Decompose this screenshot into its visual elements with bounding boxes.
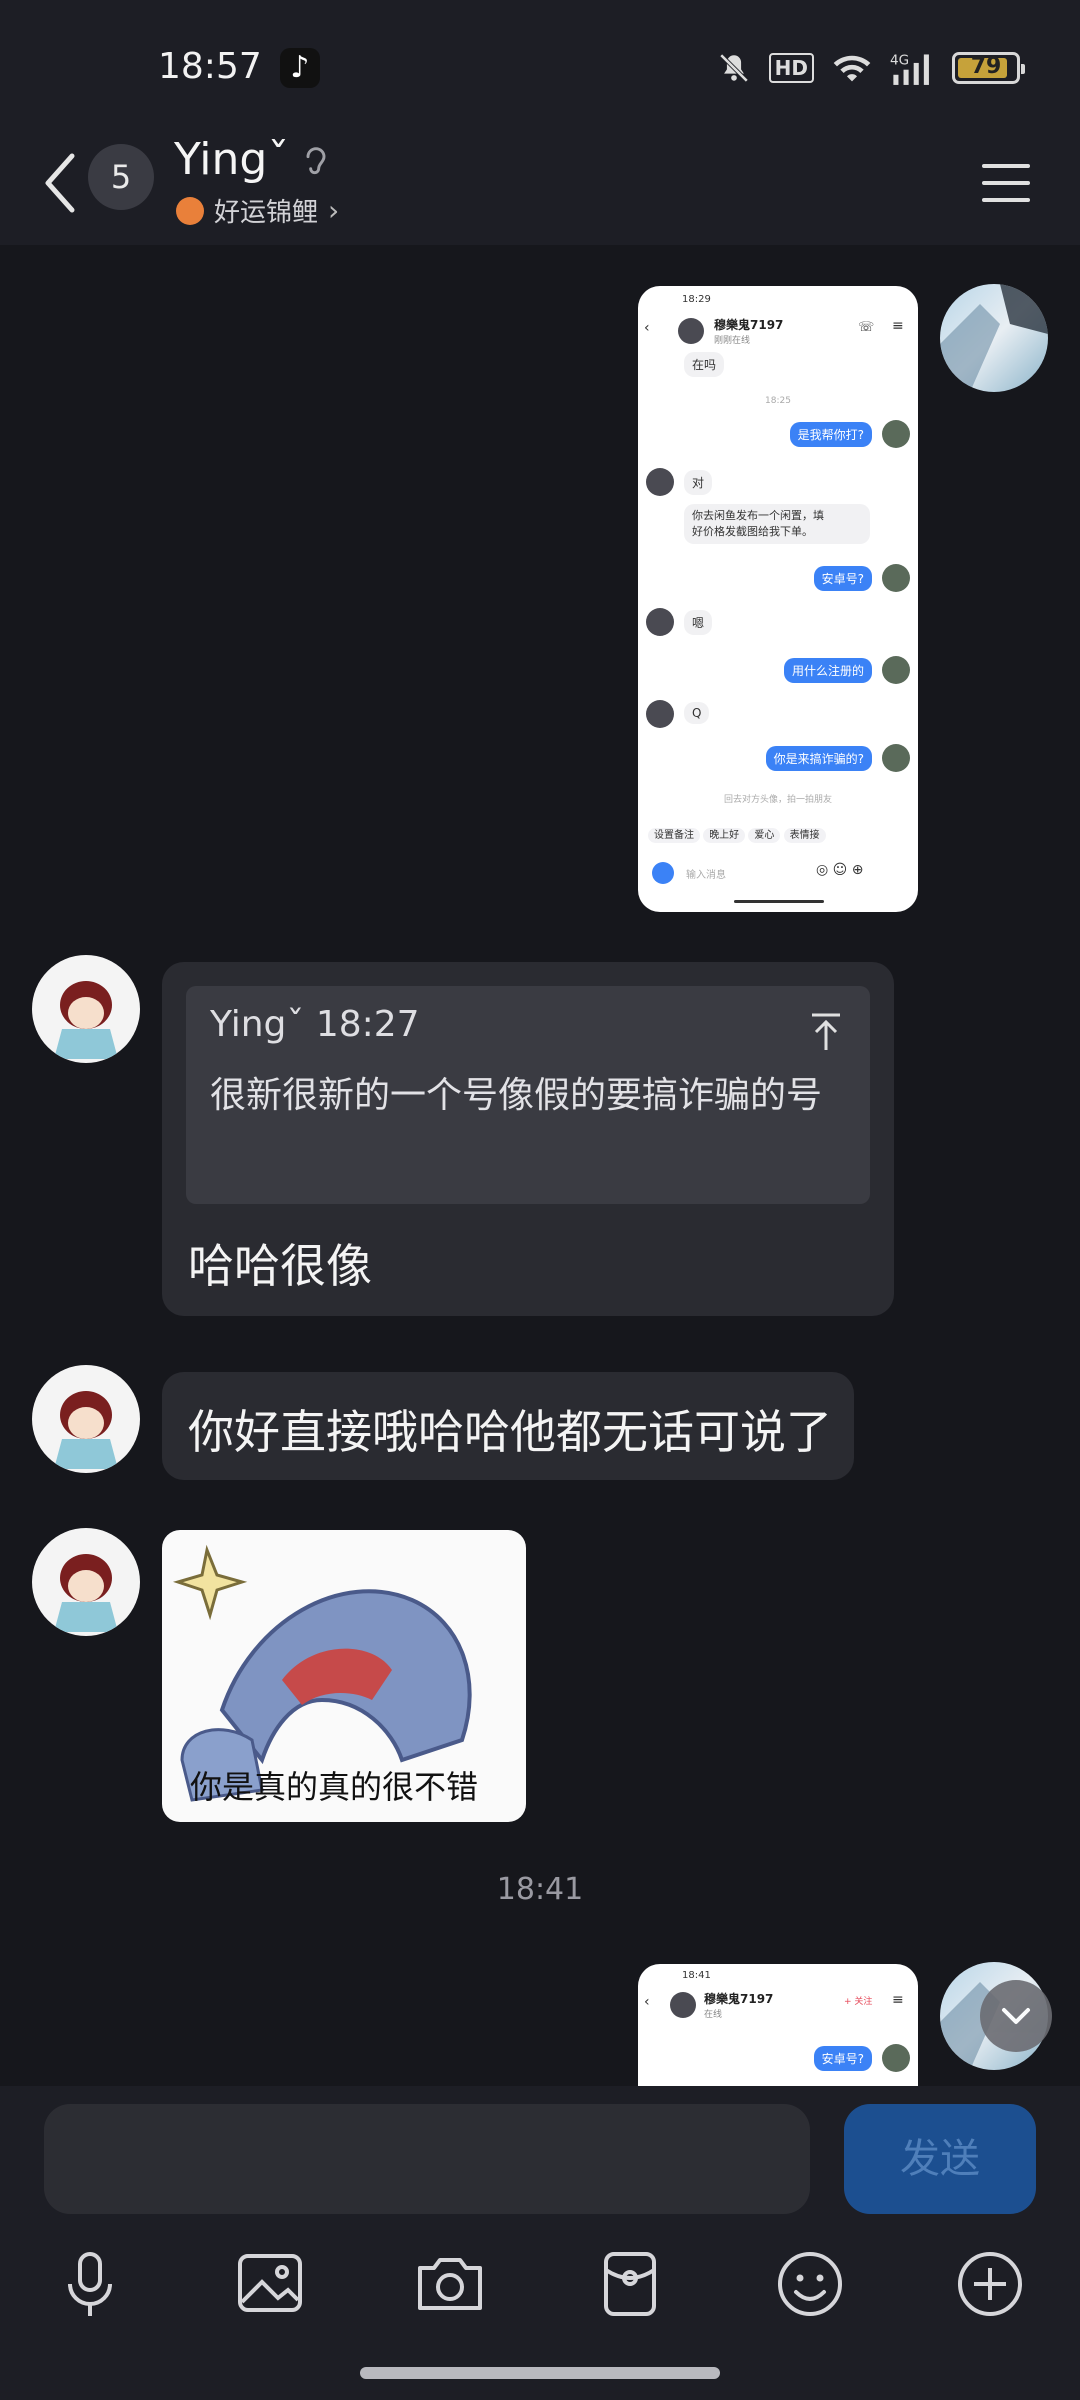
ying-avatar[interactable] <box>32 955 140 1063</box>
unread-count-badge[interactable]: 5 <box>88 144 154 210</box>
shot-chip: 表情接 <box>783 828 826 843</box>
shot-contact-avatar <box>678 318 704 344</box>
shot-chip: 爱心 <box>748 828 781 843</box>
composer: 发送 <box>0 2086 1080 2400</box>
back-arrow-icon[interactable] <box>36 148 86 218</box>
ying-avatar[interactable] <box>32 1528 140 1636</box>
hd-badge: HD <box>768 53 814 83</box>
shot-avatar <box>646 700 674 728</box>
send-button[interactable]: 发送 <box>844 2104 1036 2214</box>
chevron-right-icon: › <box>328 194 340 227</box>
status-icons: HD 4G 79 <box>717 48 1025 88</box>
image-icon[interactable] <box>230 2244 310 2324</box>
shot-avatar <box>646 468 674 496</box>
shot-contact-status: 刚刚在线 <box>714 336 751 346</box>
shot-input-icons: ◎ ☺ ⊕ <box>816 862 864 878</box>
microphone-icon[interactable] <box>50 2244 130 2324</box>
my-avatar[interactable] <box>940 284 1048 392</box>
home-indicator[interactable] <box>360 2367 720 2379</box>
shot-avatar <box>882 564 910 592</box>
shot-back-icon: ‹ <box>644 320 650 336</box>
message-input[interactable] <box>44 2104 810 2214</box>
shot-avatar <box>882 744 910 772</box>
wifi-icon <box>833 55 871 82</box>
message-bubble[interactable]: 你好直接哦哈哈他都无话可说了 <box>162 1372 854 1480</box>
chat-title[interactable]: Yingˇ <box>174 134 289 185</box>
shot-phone-icon: ☏ <box>858 320 875 335</box>
shot-time: 18:29 <box>682 294 711 305</box>
tiktok-icon: ♪ <box>280 48 320 88</box>
koi-icon <box>176 196 204 225</box>
shot-homebar <box>734 900 824 903</box>
chevron-down-icon <box>1002 2008 1030 2024</box>
shot-time: 18:41 <box>682 1970 711 1981</box>
emoji-icon[interactable] <box>770 2244 850 2324</box>
shot-chip: 设置备注 <box>648 828 700 843</box>
shot-avatar <box>882 2044 910 2072</box>
shot-contact-name: 穆樂鬼7197 <box>704 1992 774 2006</box>
ear-icon <box>306 147 326 175</box>
shot-msg: 对 <box>684 470 713 495</box>
scroll-to-bottom-button[interactable] <box>980 1980 1052 2052</box>
shot-msg-line: 你去闲鱼发布一个闲置，填 <box>692 509 824 522</box>
chat-header: 5 Yingˇ 好运锦鲤 › <box>0 130 1080 245</box>
status-bar: 18:57 ♪ HD 4G 79 <box>0 0 1080 130</box>
mute-bell-icon <box>719 53 748 83</box>
shot-contact-status: 在线 <box>704 2010 723 2020</box>
shot-msg: Q <box>684 702 710 724</box>
shot-msg: 是我帮你打? <box>789 422 872 447</box>
shot-msg: 用什么注册的 <box>783 658 872 683</box>
battery-icon: 79 <box>952 52 1025 84</box>
red-packet-icon[interactable] <box>590 2244 670 2324</box>
shot-avatar <box>646 608 674 636</box>
shot-msg-line: 好价格发截图给我下单。 <box>692 525 813 538</box>
sticker-image[interactable]: 你是真的真的很不错 <box>162 1530 526 1822</box>
timestamp: 18:41 <box>496 1872 584 1907</box>
shot-msg-long: 你去闲鱼发布一个闲置，填 好价格发截图给我下单。 <box>684 504 870 544</box>
message-text: 哈哈很像 <box>188 1239 372 1293</box>
shot-camera-icon <box>652 862 674 884</box>
shot-avatar <box>882 656 910 684</box>
shot-msg: 嗯 <box>684 610 713 635</box>
shot-menu-icon: ≡ <box>892 1992 904 2008</box>
shot-contact-name: 穆樂鬼7197 <box>714 318 784 332</box>
shot-contact-avatar <box>670 1992 696 2018</box>
composer-toolbar <box>0 2244 1080 2334</box>
shot-msg: 安卓号? <box>813 566 872 591</box>
quoted-message[interactable]: Yingˇ 18:27 很新很新的一个号像假的要搞诈骗的号 <box>186 986 870 1204</box>
shot-timestamp: 18:25 <box>765 396 791 406</box>
camera-icon[interactable] <box>410 2244 490 2324</box>
message-text: 你好直接哦哈哈他都无话可说了 <box>188 1405 832 1459</box>
shot-avatar <box>882 420 910 448</box>
screenshot-image[interactable]: 18:29 ‹ 穆樂鬼7197 刚刚在线 ☏ ≡ 在吗 18:25 是我帮你打?… <box>638 286 918 912</box>
shot-msg: 安卓号? <box>813 2046 872 2071</box>
quote-reply-bubble[interactable]: Yingˇ 18:27 很新很新的一个号像假的要搞诈骗的号 哈哈很像 <box>162 962 894 1316</box>
shot-menu-icon: ≡ <box>892 318 904 334</box>
shot-chip: 晚上好 <box>703 828 746 843</box>
svg-text:4G: 4G <box>890 53 909 69</box>
shot-chip-row: 设置备注 晚上好 爱心 表情接 <box>648 826 826 843</box>
status-time: 18:57 <box>158 46 262 87</box>
quoted-sender-time: Yingˇ 18:27 <box>210 1004 420 1045</box>
shot-input-placeholder: 输入消息 <box>686 870 726 881</box>
menu-icon[interactable] <box>980 158 1032 208</box>
ying-avatar[interactable] <box>32 1365 140 1473</box>
subtitle-text: 好运锦鲤 <box>214 198 319 228</box>
chat-subtitle[interactable]: 好运锦鲤 › <box>176 192 339 229</box>
quoted-text: 很新很新的一个号像假的要搞诈骗的号 <box>210 1075 823 1116</box>
shot-back-icon: ‹ <box>644 1994 650 2010</box>
shot-system-note: 回去对方头像，拍一拍朋友 <box>723 795 832 805</box>
signal-icon: 4G <box>890 53 929 85</box>
shot-msg: 在吗 <box>684 352 725 377</box>
screenshot-image[interactable]: 18:41 ‹ 穆樂鬼7197 在线 + 关注 ≡ 安卓号? <box>638 1964 918 2086</box>
shot-follow: + 关注 <box>844 1997 873 2007</box>
plus-icon[interactable] <box>950 2244 1030 2324</box>
jump-to-message-icon[interactable] <box>808 1012 844 1052</box>
sticker-caption: 你是真的真的很不错 <box>190 1768 479 1806</box>
shot-msg: 你是来搞诈骗的? <box>765 746 872 771</box>
